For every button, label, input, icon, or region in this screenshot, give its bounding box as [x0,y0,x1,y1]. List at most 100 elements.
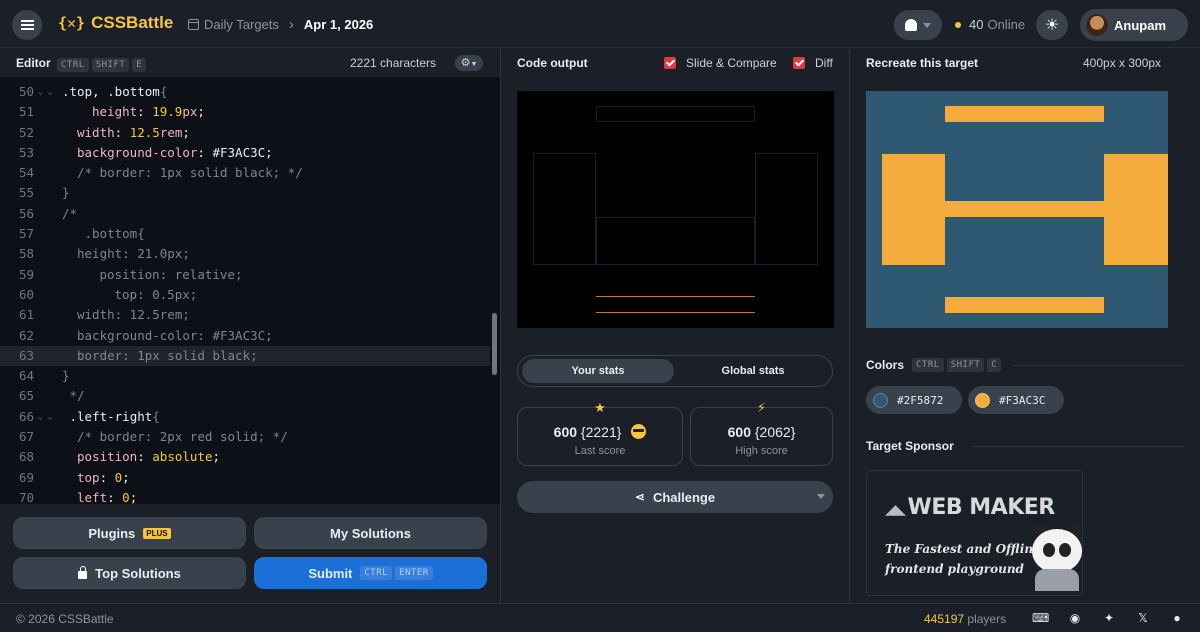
code-line[interactable]: 67 /* border: 2px red solid; */ [0,427,490,447]
last-score-value: 600 {2221} [518,424,682,440]
code-token: ; [129,489,138,505]
code-line[interactable]: 61 width: 12.5rem; [0,305,490,325]
code-text: background-color: #F3AC3C; [62,143,273,163]
color-swatch-orange[interactable]: #F3AC3C [968,386,1064,414]
code-line[interactable]: 54 /* border: 1px solid black; */ [0,163,490,183]
line-number: 52 [18,124,34,140]
x-twitter-icon[interactable]: 𝕏 [1136,612,1150,625]
plus-badge: PLUS [143,527,171,539]
code-line[interactable]: 60 top: 0.5px; [0,285,490,305]
editor-settings-button[interactable]: ⚙▼ [455,55,483,71]
players-label: players [967,612,1007,626]
code-token: height: 21.0px; [77,246,190,262]
code-line[interactable]: 50 ⌄ ⌄ .top, .bottom{ [0,82,490,102]
calendar-icon [188,19,199,30]
logo[interactable]: {✕} CSSBattle [58,13,173,33]
target-image[interactable] [866,91,1168,328]
line-number: 69 [18,469,34,485]
kbd-c: C [987,358,1002,372]
code-editor[interactable]: 50 ⌄ ⌄ .top, .bottom{51 height: 19.9px; 52 wi… [0,82,490,508]
high-score: 600 [727,424,751,440]
code-token: 12.5 [129,124,160,140]
gear-icon: ⚙ [460,57,471,69]
code-text: /* [62,204,77,224]
code-line[interactable]: 57 .bottom{ [0,224,490,244]
top-solutions-button[interactable]: Top Solutions [13,557,246,589]
code-line[interactable]: 58 height: 21.0px; [0,244,490,264]
code-line[interactable]: 64} [0,366,490,386]
diff-shape [755,153,818,265]
checkbox-checked-icon [793,57,805,69]
high-score-value: 600 {2062} [691,424,832,440]
code-token: : [137,104,153,120]
top-solutions-label: Top Solutions [95,565,181,581]
code-line[interactable]: 56 /* [0,204,490,224]
code-line[interactable]: 51 height: 19.9px; [0,102,490,122]
code-line[interactable]: 65 */ [0,386,490,406]
user-menu-button[interactable]: Anupam [1080,9,1188,41]
kbd-e: E [132,58,147,72]
cool-emoji-icon [631,424,647,439]
code-token: #F3AC3C [212,144,266,160]
line-number: 67 [18,429,34,445]
character-count: 2221 characters [350,56,437,70]
github-icon[interactable]: ● [1170,612,1184,625]
theme-toggle-button[interactable]: ☀ [1036,10,1068,40]
code-line[interactable]: 59 position: relative; [0,265,490,285]
editor-scrollbar[interactable] [492,313,497,375]
fold-chevron-icon[interactable]: ⌄ ⌄ [38,82,52,102]
plugins-button[interactable]: Plugins PLUS [13,517,246,549]
editor-header: Editor CTRL SHIFT E 2221 characters ⚙▼ [0,49,500,77]
code-output-preview[interactable] [517,91,834,328]
keyboard-icon[interactable]: ⌨ [1032,612,1049,625]
code-line[interactable]: 66 ⌄ ⌄ .left-right{ [0,407,490,427]
bell-icon [905,19,917,31]
menu-button[interactable] [12,10,42,40]
checkbox-checked-icon [664,57,676,69]
code-token: ; [265,144,273,160]
line-number: 60 [18,286,34,302]
code-token: /* border: 2px red solid; */ [77,429,288,445]
slide-compare-checkbox[interactable]: Slide & Compare [664,56,777,70]
notifications-button[interactable] [894,10,942,40]
discord-icon[interactable]: ◉ [1068,612,1082,625]
code-token: ; [122,469,130,485]
code-token: 19.9 [152,104,183,120]
last-score-card: ★ 600 {2221} Last score [517,400,683,466]
sponsor-tagline-1: The Fastest and Offline [885,542,1041,556]
kbd-ctrl: CTRL [360,566,393,580]
challenge-label: Challenge [652,489,716,505]
line-number: 63 [18,347,34,363]
my-solutions-button[interactable]: My Solutions [254,517,487,549]
color-swatch-blue[interactable]: #2F5872 [866,386,962,414]
target-panel: Recreate this target 400px x 300px Color… [850,49,1200,603]
last-score: 600 [553,424,578,440]
tab-global-stats[interactable]: Global stats [677,359,829,383]
code-text: /* border: 1px solid black; */ [62,163,303,183]
webmaker-logo-icon: ◢◣ [885,502,906,518]
code-line[interactable]: 68 position: absolute; [0,447,490,467]
sponsor-banner[interactable]: ◢◣WEB MAKER The Fastest and Offline fron… [866,470,1083,596]
target-bottom-bar [945,297,1104,313]
breadcrumb-daily-targets[interactable]: Daily Targets [204,17,279,32]
code-text: width: 12.5rem; [62,305,190,325]
code-line[interactable]: 63 border: 1px solid black; [0,345,490,367]
panda-mascot-icon [1027,521,1082,591]
code-text: */ [62,386,85,406]
challenge-button[interactable]: ⋖ Challenge [517,481,833,513]
fold-chevron-icon[interactable]: ⌄ ⌄ [38,407,52,427]
tab-your-stats[interactable]: Your stats [522,359,674,383]
chevron-down-icon[interactable] [817,494,825,499]
code-token: /* [62,205,78,221]
code-line[interactable]: 62 background-color: #F3AC3C; [0,326,490,346]
diff-line [596,312,755,313]
high-score-chars: {2062} [754,424,796,440]
code-line[interactable]: 69 top: 0; [0,468,490,488]
bluesky-icon[interactable]: ✦ [1102,612,1116,625]
submit-button[interactable]: Submit CTRL ENTER [254,557,487,589]
output-panel: Code output Slide & Compare Diff Your st… [501,49,849,603]
code-line[interactable]: 53 background-color: #F3AC3C; [0,143,490,163]
code-line[interactable]: 55} [0,183,490,203]
diff-checkbox[interactable]: Diff [793,56,833,70]
code-line[interactable]: 52 width: 12.5rem; [0,123,490,143]
